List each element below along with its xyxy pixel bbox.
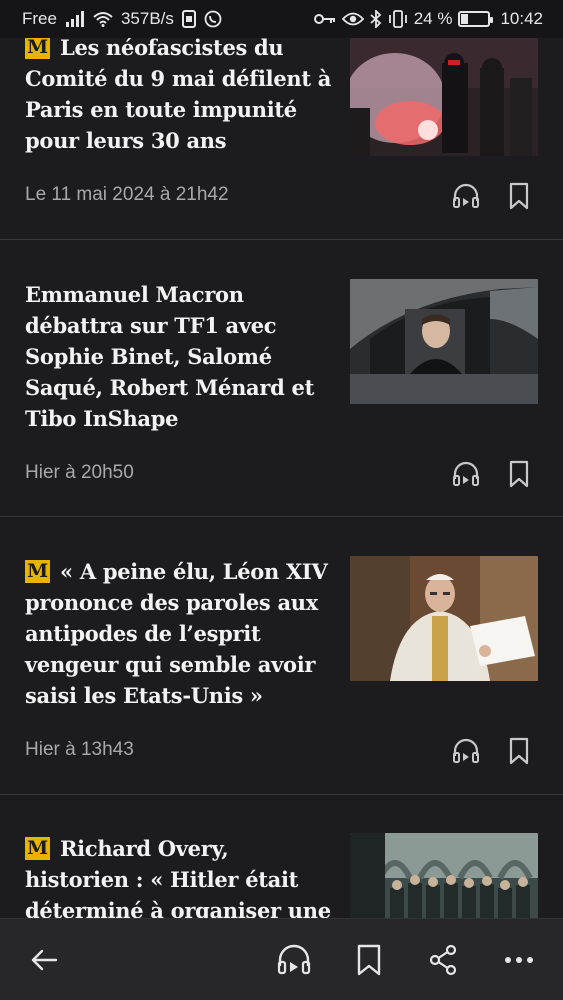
- article-title[interactable]: M « A peine élu, Léon XIV prononce des pa…: [25, 556, 337, 711]
- clock: 10:42: [500, 9, 543, 28]
- article-thumbnail[interactable]: [350, 38, 538, 156]
- listen-button[interactable]: [451, 181, 481, 211]
- network-speed: 357B/s: [120, 9, 174, 28]
- article-card[interactable]: M « A peine élu, Léon XIV prononce des pa…: [0, 517, 563, 795]
- bluetooth-icon: [370, 10, 382, 28]
- key-icon: [313, 13, 336, 25]
- bottom-toolbar: [0, 918, 563, 1000]
- more-icon: [505, 957, 533, 963]
- battery-percent: 24 %: [413, 9, 453, 28]
- back-arrow-icon: [31, 949, 58, 971]
- premium-badge-icon: M: [25, 38, 50, 59]
- more-button[interactable]: [500, 941, 538, 979]
- article-thumbnail[interactable]: [350, 556, 538, 681]
- signal-icon: [65, 11, 85, 27]
- wifi-icon: [93, 11, 113, 27]
- man-in-car-window-image: [350, 279, 538, 404]
- premium-badge-icon: M: [25, 560, 50, 583]
- back-button[interactable]: [25, 941, 63, 979]
- bookmark-button[interactable]: [350, 941, 388, 979]
- premium-badge-icon: M: [25, 837, 50, 860]
- article-card[interactable]: Emmanuel Macron débattra sur TF1 avec So…: [0, 240, 563, 517]
- article-feed[interactable]: M Les néofascistes du Comité du 9 mai déf…: [0, 38, 563, 918]
- pope-reading-image: [350, 556, 538, 681]
- article-date: Hier à 13h43: [25, 739, 134, 760]
- carrier-label: Free: [22, 9, 57, 28]
- bookmark-button[interactable]: [504, 736, 534, 766]
- sim-icon: [181, 10, 196, 28]
- article-title[interactable]: M Les néofascistes du Comité du 9 mai déf…: [25, 38, 337, 156]
- listen-button[interactable]: [275, 941, 313, 979]
- bookmark-button[interactable]: [504, 181, 534, 211]
- article-title[interactable]: Emmanuel Macron débattra sur TF1 avec So…: [25, 279, 337, 434]
- listen-button[interactable]: [451, 736, 481, 766]
- bookmark-button[interactable]: [504, 459, 534, 489]
- bookmark-icon: [357, 944, 381, 976]
- article-thumbnail[interactable]: [350, 833, 538, 918]
- article-card[interactable]: M Richard Overy, historien : « Hitler éta…: [0, 795, 563, 918]
- listen-button[interactable]: [451, 459, 481, 489]
- whatsapp-icon: [204, 10, 222, 28]
- article-date: Hier à 20h50: [25, 462, 134, 483]
- vibrate-icon: [388, 10, 408, 28]
- share-button[interactable]: [424, 941, 462, 979]
- historic-group-photo-image: [350, 833, 538, 918]
- eye-icon: [341, 12, 364, 26]
- article-thumbnail[interactable]: [350, 279, 538, 404]
- article-card[interactable]: M Les néofascistes du Comité du 9 mai déf…: [0, 38, 563, 240]
- status-bar: Free 357B/s 24 % 10:42: [0, 0, 563, 38]
- headphones-icon: [277, 944, 311, 975]
- battery-icon: [458, 11, 494, 27]
- share-icon: [429, 944, 457, 976]
- march-smoke-flares-image: [350, 38, 538, 156]
- article-date: Le 11 mai 2024 à 21h42: [25, 184, 229, 205]
- article-title[interactable]: M Richard Overy, historien : « Hitler éta…: [25, 833, 337, 918]
